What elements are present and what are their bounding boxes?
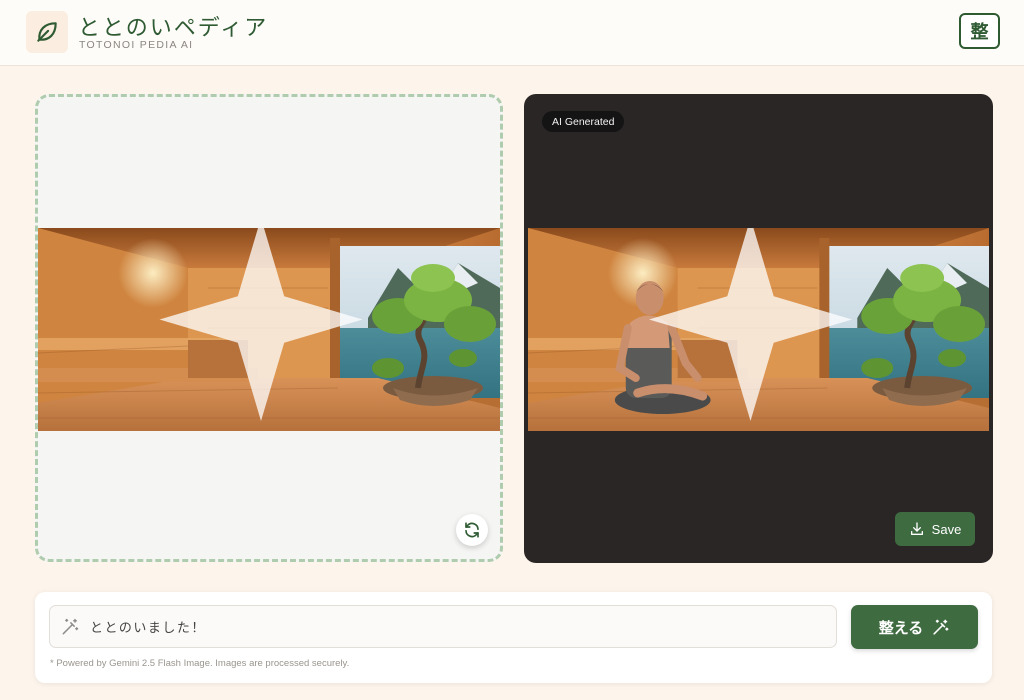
prompt-input[interactable]: ととのいました！ <box>49 605 837 648</box>
result-panel: AI Generated Save <box>524 94 993 563</box>
sparkle-icon <box>649 228 852 421</box>
powered-by-footnote: * Powered by Gemini 2.5 Flash Image. Ima… <box>50 658 350 669</box>
save-button[interactable]: Save <box>895 512 975 546</box>
submit-label: 整える <box>878 618 924 637</box>
refresh-icon <box>465 522 479 538</box>
download-icon <box>910 522 923 535</box>
leaf-logo-icon <box>26 11 68 53</box>
magic-wand-icon <box>62 618 79 634</box>
refresh-button[interactable] <box>456 514 488 546</box>
magic-wand-icon <box>933 619 949 635</box>
app-title: ととのいペディア <box>78 16 269 41</box>
prompt-text: ととのいました！ <box>90 621 206 636</box>
menu-button[interactable]: 整 <box>959 13 1000 49</box>
totonoeru-submit-button[interactable]: 整える <box>851 605 978 649</box>
app-subtitle: TOTONOI PEDIA AI <box>79 39 194 51</box>
save-label: Save <box>931 521 962 537</box>
app-header: ととのいペディア TOTONOI PEDIA AI 整 <box>0 0 1024 66</box>
prompt-card: ととのいました！ 整える * Powered by Gemini 2.5 Fla… <box>35 592 992 683</box>
generated-image <box>528 228 989 431</box>
sparkle-icon <box>159 228 363 421</box>
source-image <box>38 228 500 431</box>
ai-generated-badge: AI Generated <box>542 111 625 132</box>
source-image-dropzone[interactable] <box>35 94 503 562</box>
